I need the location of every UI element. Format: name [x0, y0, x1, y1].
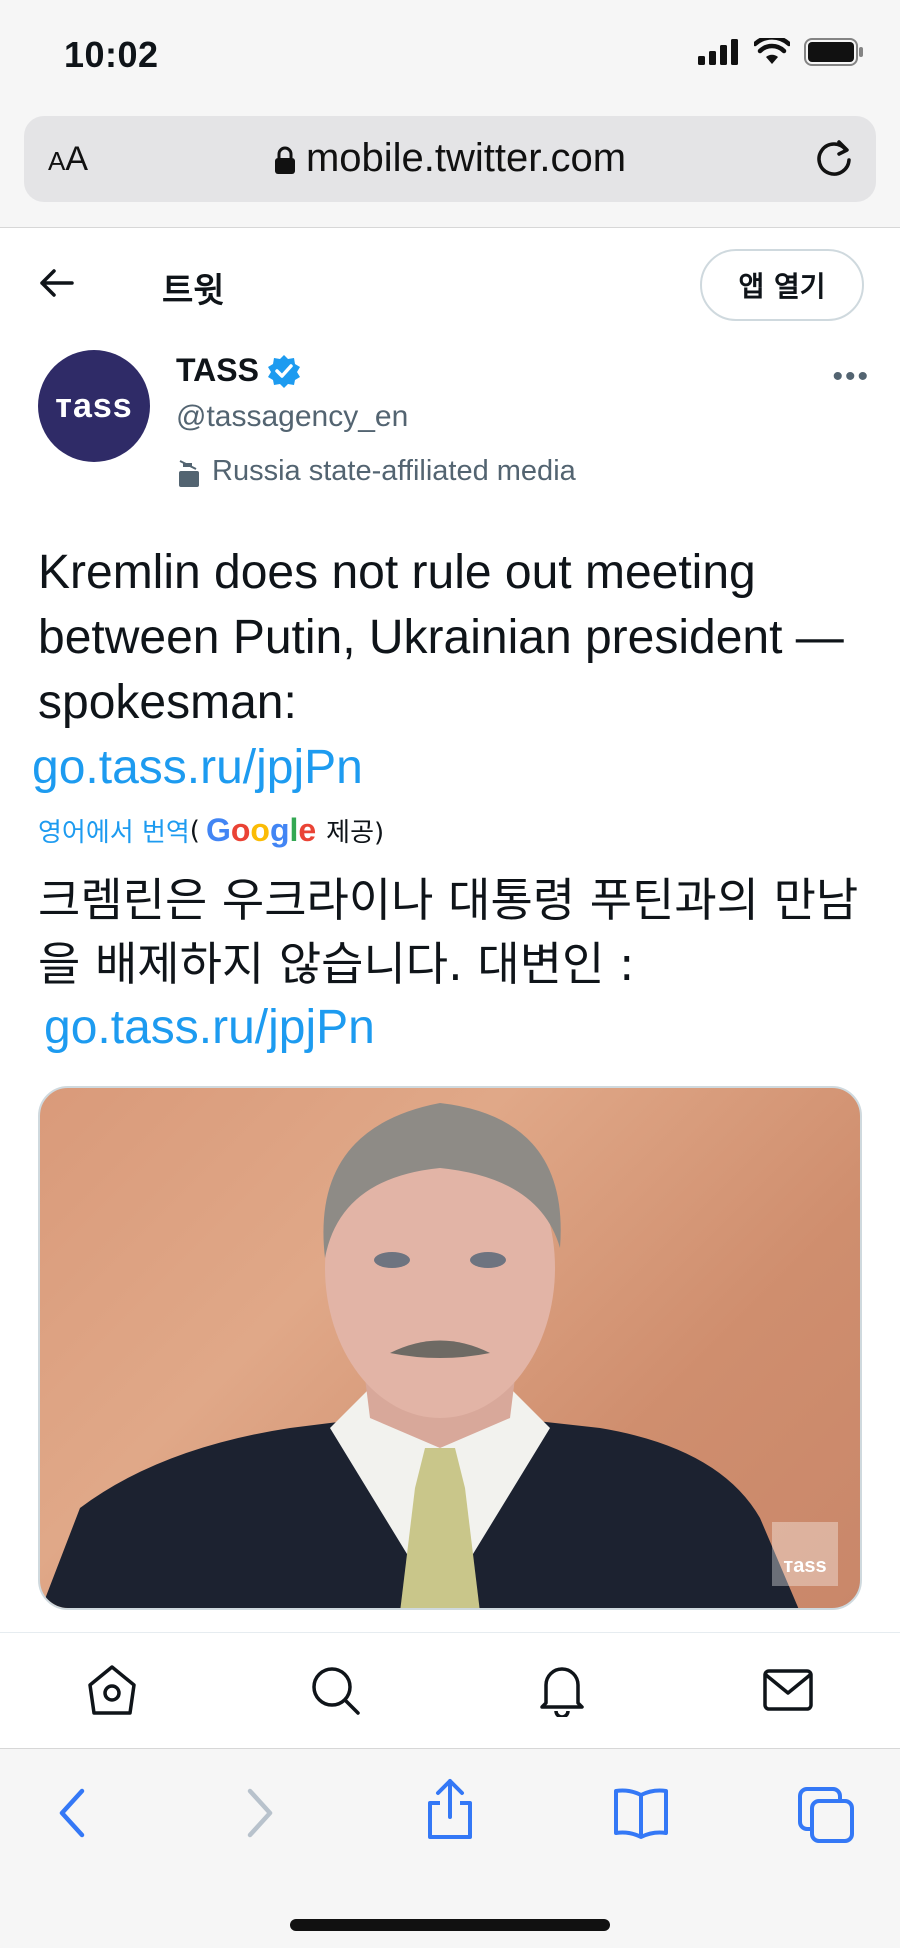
open-app-button[interactable]: 앱 열기 — [700, 249, 864, 321]
tweet-photo[interactable]: тass — [38, 1086, 862, 1610]
tweet-header: 트윗 앱 열기 — [0, 229, 900, 339]
translation-attribution: 영어에서 번역 ( Google 제공) — [38, 812, 384, 849]
verified-badge-icon — [267, 354, 300, 388]
tweet-text: Kremlin does not rule out meeting betwee… — [38, 546, 844, 729]
more-options-icon[interactable]: ••• — [832, 360, 870, 394]
avatar-text: тass — [55, 386, 133, 425]
tabs-icon[interactable] — [796, 1785, 856, 1845]
paren-open: ( — [189, 815, 200, 846]
home-icon[interactable] — [86, 1663, 138, 1717]
translated-text: 크렘린은 우크라이나 대통령 푸틴과의 만남을 배제하지 않습니다. 대변인 : — [38, 873, 859, 991]
battery-icon — [804, 38, 863, 66]
page-title: 트윗 — [162, 271, 225, 311]
translated-from-label[interactable]: 영어에서 번역 — [38, 812, 190, 849]
share-icon[interactable] — [424, 1777, 476, 1841]
state-media-label-text: Russia state-affiliated media — [212, 455, 576, 487]
url-text: mobile.twitter.com — [305, 136, 627, 180]
lock-icon — [274, 146, 295, 175]
browser-toolbar — [0, 1748, 900, 1948]
back-arrow-icon[interactable] — [36, 263, 76, 303]
author-name[interactable]: TASS — [176, 352, 301, 389]
messages-icon[interactable] — [762, 1663, 814, 1717]
tweet-link[interactable]: go.tass.ru/jpjPn — [32, 740, 363, 795]
url-display[interactable]: mobile.twitter.com — [24, 136, 876, 181]
home-indicator — [290, 1919, 610, 1931]
bookmarks-icon[interactable] — [612, 1785, 670, 1841]
back-icon[interactable] — [52, 1785, 92, 1841]
avatar[interactable]: тass — [38, 350, 150, 462]
status-time: 10:02 — [64, 34, 159, 75]
wifi-icon — [754, 38, 790, 64]
author-handle[interactable]: @tassagency_en — [176, 400, 408, 434]
search-icon[interactable] — [310, 1663, 362, 1717]
state-media-label[interactable]: Russia state-affiliated media — [176, 455, 576, 488]
address-bar[interactable]: AA mobile.twitter.com — [24, 116, 876, 202]
notifications-icon[interactable] — [536, 1663, 588, 1717]
address-bar-container: AA mobile.twitter.com — [0, 110, 900, 228]
cellular-signal-icon — [698, 39, 738, 65]
translated-link[interactable]: go.tass.ru/jpjPn — [44, 1000, 375, 1055]
status-bar: 10:02 — [0, 0, 900, 110]
podium-icon — [179, 459, 199, 487]
forward-icon — [247, 1788, 273, 1838]
status-icons — [698, 38, 864, 66]
media-watermark: тass — [772, 1522, 838, 1586]
author-name-text: TASS — [176, 352, 259, 388]
reload-icon[interactable] — [812, 136, 856, 180]
google-logo: Google — [205, 812, 317, 848]
photo-portrait — [41, 1103, 799, 1608]
translation-provided-label: 제공) — [326, 818, 385, 848]
twitter-tab-bar — [0, 1632, 900, 1748]
